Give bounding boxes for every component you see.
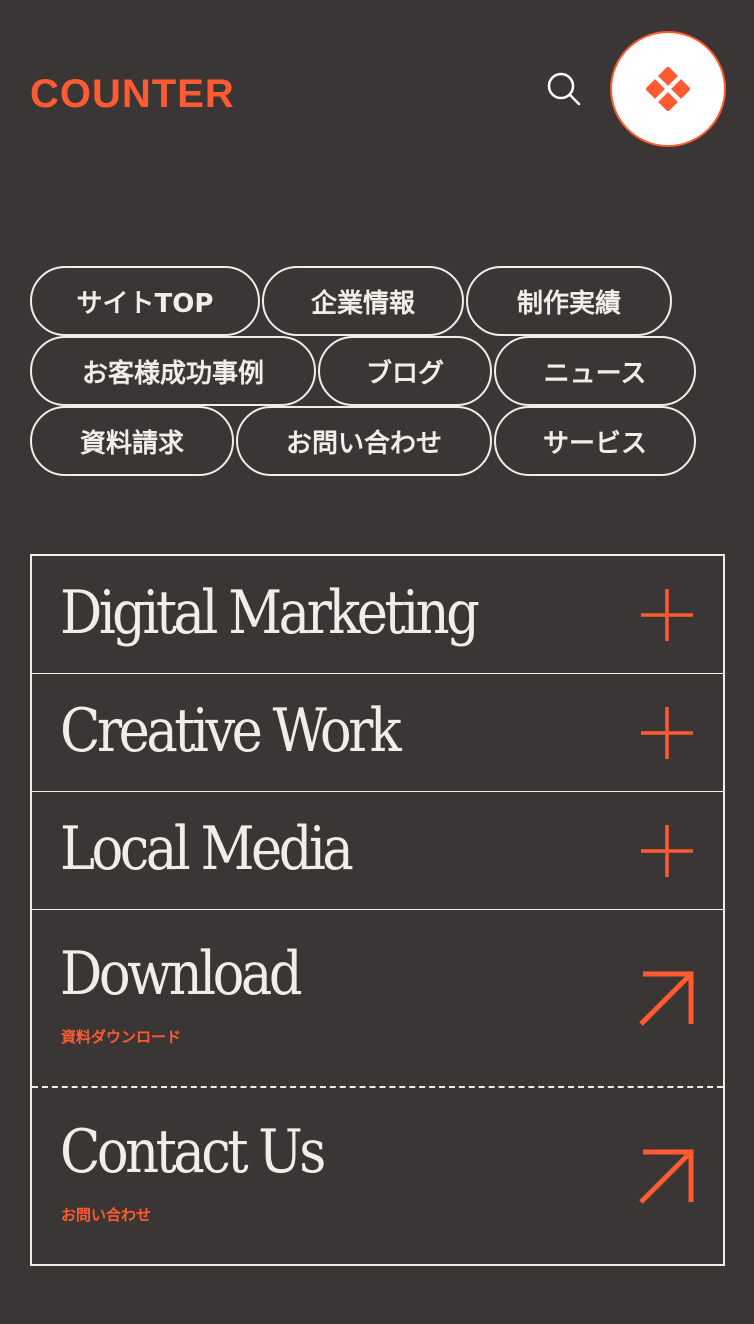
search-icon <box>547 72 581 106</box>
chip-services[interactable]: サービス <box>494 406 696 476</box>
menu-item-contact-us[interactable]: Contact Us お問い合わせ <box>32 1088 723 1264</box>
plus-icon <box>641 825 693 877</box>
chip-site-top[interactable]: サイトTOP <box>30 266 260 336</box>
chip-works[interactable]: 制作実績 <box>466 266 672 336</box>
arrow-up-right-icon <box>639 971 694 1026</box>
chip-blog[interactable]: ブログ <box>318 336 492 406</box>
chip-row: サイトTOP 企業情報 制作実績 <box>30 266 730 336</box>
chip-row: お客様成功事例 ブログ ニュース <box>30 336 730 406</box>
menu-item-title: Creative Work <box>60 696 402 766</box>
arrow-up-right-icon <box>639 1149 694 1204</box>
menu-item-subtitle: お問い合わせ <box>61 1206 152 1224</box>
menu-item-subtitle: 資料ダウンロード <box>61 1028 182 1046</box>
chip-request-docs[interactable]: 資料請求 <box>30 406 234 476</box>
menu-toggle-button[interactable] <box>610 31 726 147</box>
diamond-grid-icon <box>646 67 690 111</box>
menu-item-title: Local Media <box>60 814 354 884</box>
menu-item-title: Contact Us <box>60 1117 326 1187</box>
menu-item-download[interactable]: Download 資料ダウンロード <box>32 910 723 1088</box>
quick-nav: サイトTOP 企業情報 制作実績 お客様成功事例 ブログ ニュース 資料請求 お… <box>30 266 730 476</box>
plus-icon <box>641 707 693 759</box>
chip-company[interactable]: 企業情報 <box>262 266 464 336</box>
chip-news[interactable]: ニュース <box>494 336 696 406</box>
menu-item-creative-work[interactable]: Creative Work <box>32 674 723 792</box>
site-header: COUNTER <box>0 0 754 180</box>
logo[interactable]: COUNTER <box>30 72 235 116</box>
menu-item-title: Download <box>60 939 303 1009</box>
search-button[interactable] <box>545 70 583 108</box>
chip-contact[interactable]: お問い合わせ <box>236 406 492 476</box>
chip-case-studies[interactable]: お客様成功事例 <box>30 336 316 406</box>
menu-item-local-media[interactable]: Local Media <box>32 792 723 910</box>
menu-item-title: Digital Marketing <box>60 578 480 648</box>
menu-accordion: Digital Marketing Creative Work Local Me… <box>30 554 725 1266</box>
menu-item-digital-marketing[interactable]: Digital Marketing <box>32 556 723 674</box>
plus-icon <box>641 589 693 641</box>
chip-row: 資料請求 お問い合わせ サービス <box>30 406 730 476</box>
